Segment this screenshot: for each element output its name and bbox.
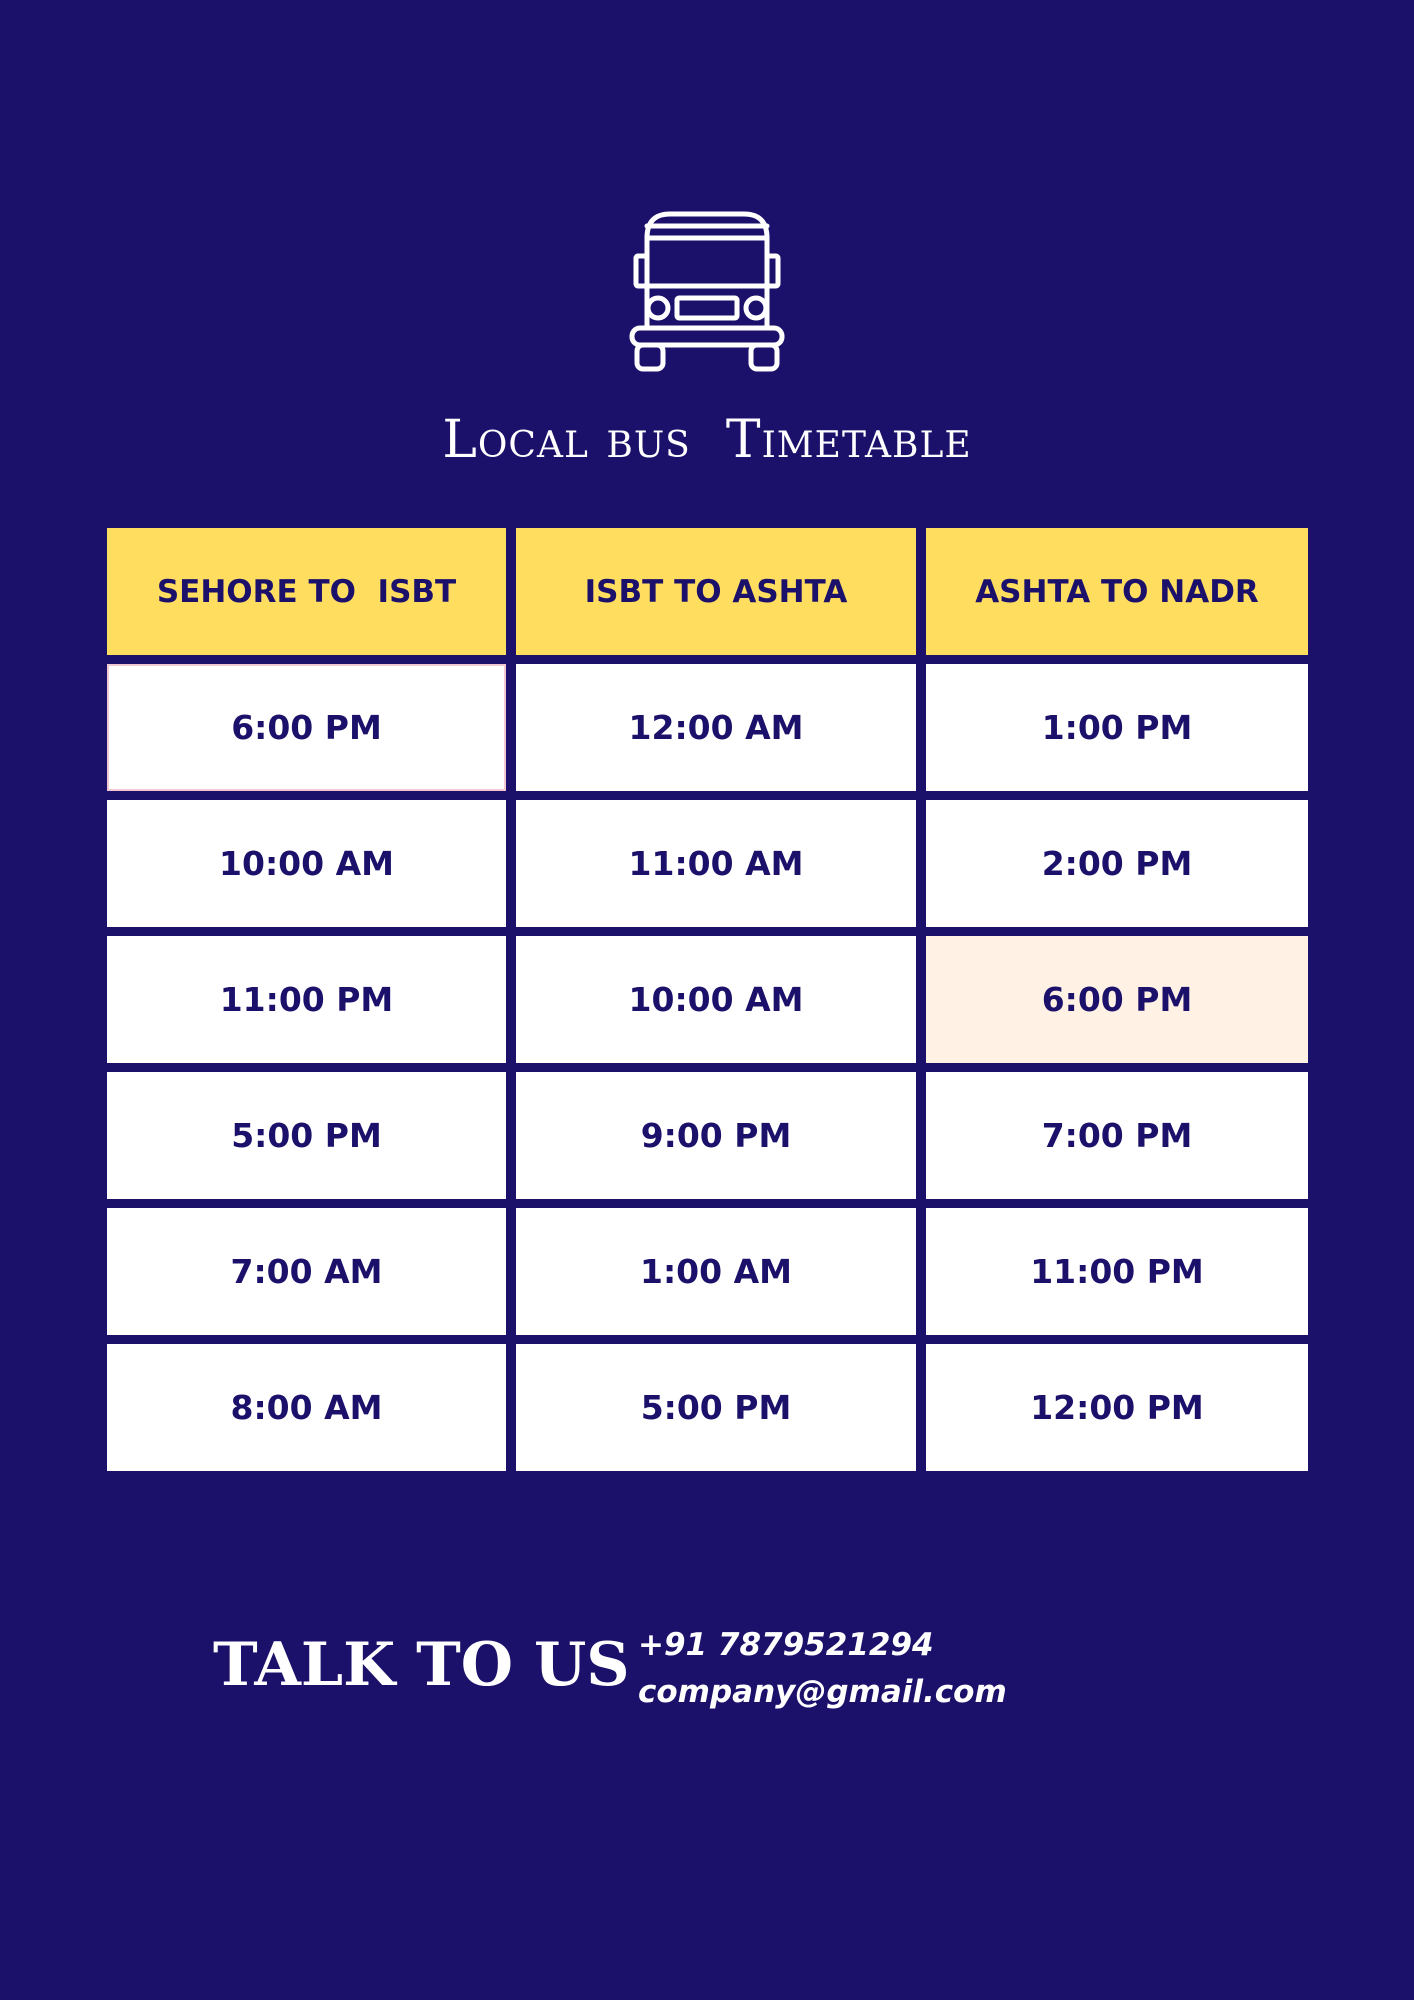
contact-email[interactable]: company@gmail.com bbox=[638, 1672, 1007, 1712]
contact-heading: TALK TO US bbox=[213, 1630, 630, 1700]
timetable: SEHORE TO ISBT ISBT TO ASHTA ASHTA TO NA… bbox=[107, 528, 1308, 1471]
timetable-cell: 1:00 AM bbox=[516, 1208, 916, 1335]
timetable-cell: 11:00 PM bbox=[107, 936, 506, 1063]
timetable-cell: 10:00 AM bbox=[107, 800, 506, 927]
timetable-cell: 5:00 PM bbox=[107, 1072, 506, 1199]
timetable-cell: 8:00 AM bbox=[107, 1344, 506, 1471]
timetable-cell: 7:00 PM bbox=[926, 1072, 1308, 1199]
timetable-cell: 2:00 PM bbox=[926, 800, 1308, 927]
timetable-cell: 7:00 AM bbox=[107, 1208, 506, 1335]
column-header-ashta-to-nadr: ASHTA TO NADR bbox=[926, 528, 1308, 655]
timetable-cell-highlighted: 6:00 PM bbox=[926, 936, 1308, 1063]
timetable-cell: 11:00 AM bbox=[516, 800, 916, 927]
timetable-cell: 11:00 PM bbox=[926, 1208, 1308, 1335]
bus-icon bbox=[629, 211, 785, 372]
timetable-cell: 5:00 PM bbox=[516, 1344, 916, 1471]
contact-phone[interactable]: +91 7879521294 bbox=[638, 1625, 934, 1665]
timetable-cell: 9:00 PM bbox=[516, 1072, 916, 1199]
timetable-cell: 12:00 PM bbox=[926, 1344, 1308, 1471]
timetable-cell: 6:00 PM bbox=[107, 664, 506, 791]
timetable-cell: 10:00 AM bbox=[516, 936, 916, 1063]
column-header-sehore-to-isbt: SEHORE TO ISBT bbox=[107, 528, 506, 655]
timetable-cell: 1:00 PM bbox=[926, 664, 1308, 791]
column-header-isbt-to-ashta: ISBT TO ASHTA bbox=[516, 528, 916, 655]
timetable-cell: 12:00 AM bbox=[516, 664, 916, 791]
page-title: Local bus Timetable bbox=[442, 410, 972, 470]
